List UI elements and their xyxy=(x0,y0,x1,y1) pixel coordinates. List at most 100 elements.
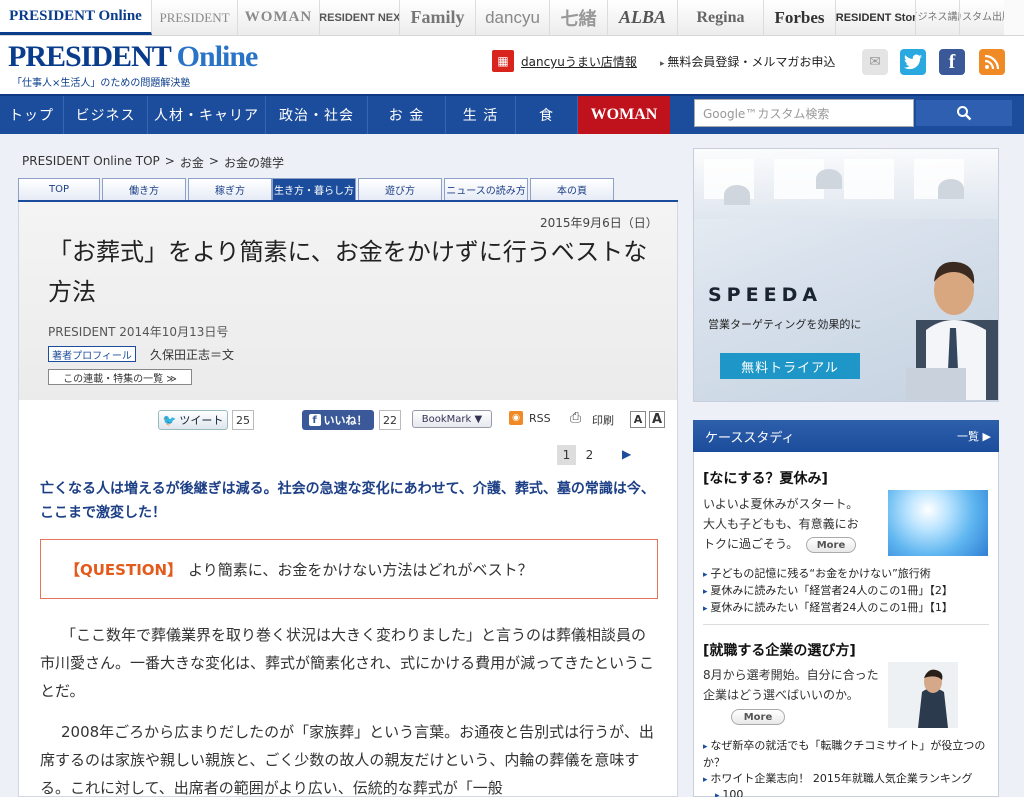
tab-books[interactable]: 本の頁 xyxy=(530,178,614,200)
nav-item-top[interactable]: トップ xyxy=(0,96,64,134)
breadcrumb-separator: > xyxy=(164,154,175,168)
network-bar: PRESIDENT Online PRESIDENT WOMAN PRESIDE… xyxy=(0,0,1024,36)
article-paragraph: 「ここ数年で葬儀業界を取り巻く状況は大きく変わりました」と言うのは葬儀相談員の市… xyxy=(40,626,654,700)
facebook-like-button[interactable]: f いいね！ xyxy=(302,410,374,430)
breadcrumb-item-money[interactable]: お金 xyxy=(180,154,204,171)
case-study-item-title[interactable]: [就職する企業の選び方] xyxy=(703,640,856,660)
nav-item-career[interactable]: 人材・キャリア xyxy=(148,96,266,134)
nav-item-money[interactable]: お 金 xyxy=(368,96,446,134)
article-author: 久保田正志＝文 xyxy=(150,348,235,362)
case-study-thumbnail[interactable] xyxy=(888,490,988,556)
facebook-icon[interactable]: f xyxy=(939,49,965,75)
network-item-dancyu[interactable]: dancyu xyxy=(476,0,550,35)
case-study-link[interactable]: ホワイト企業志向！ 2015年就職人気企業ランキング xyxy=(703,771,993,788)
case-study-link-continued[interactable]: 100 xyxy=(703,787,993,797)
case-study-header: ケーススタディ 一覧 ▶ xyxy=(693,420,999,452)
nav-item-business[interactable]: ビジネス xyxy=(64,96,148,134)
site-logo[interactable]: PRESIDENT Online xyxy=(8,40,259,73)
article-lead: 亡くなる人は増えるが後継ぎは減る。社会の急速な変化にあわせて、介護、葬式、墓の常… xyxy=(40,481,655,521)
printer-icon[interactable]: ⎙ xyxy=(570,410,588,426)
network-item-alba[interactable]: ALBA xyxy=(608,0,678,35)
tab-top[interactable]: TOP xyxy=(18,178,100,200)
pagination-next-icon[interactable]: ▶ xyxy=(622,447,631,461)
rss-icon[interactable] xyxy=(979,49,1005,75)
tab-earning[interactable]: 稼ぎ方 xyxy=(188,178,272,200)
nav-item-politics-society[interactable]: 政治・社会 xyxy=(266,96,368,134)
tweet-label: ツイート xyxy=(179,414,224,427)
more-button[interactable]: More xyxy=(731,709,785,725)
article-date: 2015年9月6日（日） xyxy=(540,216,658,230)
question-box: 【QUESTION】 より簡素に、お金をかけない方法はどれがベスト？ xyxy=(40,539,658,599)
ad-businessman-image xyxy=(906,261,998,400)
network-item-custom-publishing[interactable]: カスタム出版 xyxy=(960,0,1004,35)
like-count: 22 xyxy=(379,410,401,430)
case-study-link[interactable]: 夏休みに読みたい「経営者24人のこの1冊」【2】 xyxy=(703,583,993,600)
author-profile-button[interactable]: 著者プロフィール xyxy=(48,346,136,362)
network-item-nanao[interactable]: 七緒 xyxy=(550,0,608,35)
nav-item-woman[interactable]: WOMAN xyxy=(578,96,670,134)
case-study-thumbnail[interactable] xyxy=(888,662,988,728)
rss-icon[interactable]: ◉ xyxy=(509,411,523,425)
network-item-woman[interactable]: WOMAN xyxy=(238,0,320,35)
article-paragraph: 2008年ごろから広まりだしたのが「家族葬」という言葉。お通夜と告別式は行うが、… xyxy=(40,723,654,797)
breadcrumb-separator: > xyxy=(208,154,219,168)
ad-subtitle: 営業ターゲティングを効果的に xyxy=(708,318,862,331)
logo-main: PRESIDENT xyxy=(8,40,171,73)
breadcrumb-item-top[interactable]: PRESIDENT Online TOP xyxy=(22,154,160,171)
case-study-item-title[interactable]: [なにする？夏休み] xyxy=(703,468,828,488)
case-study-link[interactable]: 夏休みに読みたい「経営者24人のこの1冊」【1】 xyxy=(703,600,993,617)
member-registration-link[interactable]: 無料会員登録・メルマガお申込 xyxy=(660,53,835,70)
font-size-small-button[interactable]: A xyxy=(630,411,646,428)
divider xyxy=(703,624,989,625)
article-title: 「お葬式」をより簡素に、お金をかけずに行うベストな方法 xyxy=(48,238,648,306)
tab-lifestyle[interactable]: 生き方・暮らし方 xyxy=(272,178,356,200)
ad-title: SPEEDA xyxy=(708,284,823,306)
dancyu-link[interactable]: dancyuうまい店情報 xyxy=(521,53,637,70)
question-text: より簡素に、お金をかけない方法はどれがベスト？ xyxy=(188,560,533,579)
case-study-title: ケーススタディ xyxy=(705,430,795,446)
case-study-item-text: 8月から選考開始。自分に合った企業はどう選べばいいのか。 xyxy=(703,668,879,702)
network-item-president-store[interactable]: PRESIDENT Store xyxy=(836,0,916,35)
site-tagline: 「仕事人×生活人」のための問題解決塾 xyxy=(12,78,191,89)
network-item-president[interactable]: PRESIDENT xyxy=(152,0,238,35)
breadcrumb: PRESIDENT Online TOP > お金 > お金の雑学 xyxy=(22,154,284,171)
nav-item-food[interactable]: 食 xyxy=(516,96,578,134)
network-item-family[interactable]: Family xyxy=(400,0,476,35)
tab-work-style[interactable]: 働き方 xyxy=(102,178,186,200)
rss-link[interactable]: RSS xyxy=(529,412,551,425)
search-icon xyxy=(957,106,972,121)
twitter-icon[interactable] xyxy=(900,49,926,75)
like-label: いいね！ xyxy=(323,414,368,427)
article-issue: PRESIDENT 2014年10月13日号 xyxy=(48,325,229,339)
search-button[interactable] xyxy=(915,99,1013,127)
dancyu-icon[interactable]: ▦ xyxy=(492,50,514,72)
tweet-count: 25 xyxy=(232,410,254,430)
mail-icon[interactable]: ✉ xyxy=(862,49,888,75)
network-item-president-online[interactable]: PRESIDENT Online xyxy=(0,0,152,35)
case-study-list-link[interactable]: 一覧 ▶ xyxy=(957,428,991,444)
print-link[interactable]: 印刷 xyxy=(592,412,614,428)
more-button[interactable]: More xyxy=(806,537,856,553)
bookmark-button[interactable]: BookMark ▼ xyxy=(412,410,492,428)
network-item-business-course[interactable]: ビジネス講座 xyxy=(916,0,960,35)
twitter-bird-icon: 🐦 xyxy=(162,413,177,427)
facebook-f-icon: f xyxy=(308,414,321,426)
series-list-button[interactable]: この連載・特集の一覧 ≫ xyxy=(48,369,192,385)
breadcrumb-item-money-trivia[interactable]: お金の雑学 xyxy=(224,154,284,171)
network-item-forbes[interactable]: Forbes xyxy=(764,0,836,35)
search-input[interactable]: Google™カスタム検索 xyxy=(694,99,914,127)
network-item-regina[interactable]: Regina xyxy=(678,0,764,35)
ad-free-trial-button[interactable]: 無料トライアル xyxy=(720,353,860,379)
logo-sub: Online xyxy=(176,40,259,73)
nav-item-life[interactable]: 生 活 xyxy=(446,96,516,134)
tab-news-reading[interactable]: ニュースの読み方 xyxy=(444,178,528,200)
pagination-page-1[interactable]: 1 xyxy=(557,445,576,465)
case-study-link[interactable]: なぜ新卒の就活でも「転職クチコミサイト」が役立つのか？ xyxy=(703,738,988,771)
network-item-president-next[interactable]: PRESIDENT NEXT xyxy=(320,0,400,35)
tweet-button[interactable]: 🐦 ツイート xyxy=(158,410,228,430)
case-study-link[interactable]: 子どもの記憶に残る“お金をかけない”旅行術 xyxy=(703,566,993,583)
question-label: 【QUESTION】 xyxy=(65,560,183,579)
font-size-large-button[interactable]: A xyxy=(649,411,665,428)
tab-leisure[interactable]: 遊び方 xyxy=(358,178,442,200)
pagination-page-2[interactable]: 2 xyxy=(580,445,599,465)
